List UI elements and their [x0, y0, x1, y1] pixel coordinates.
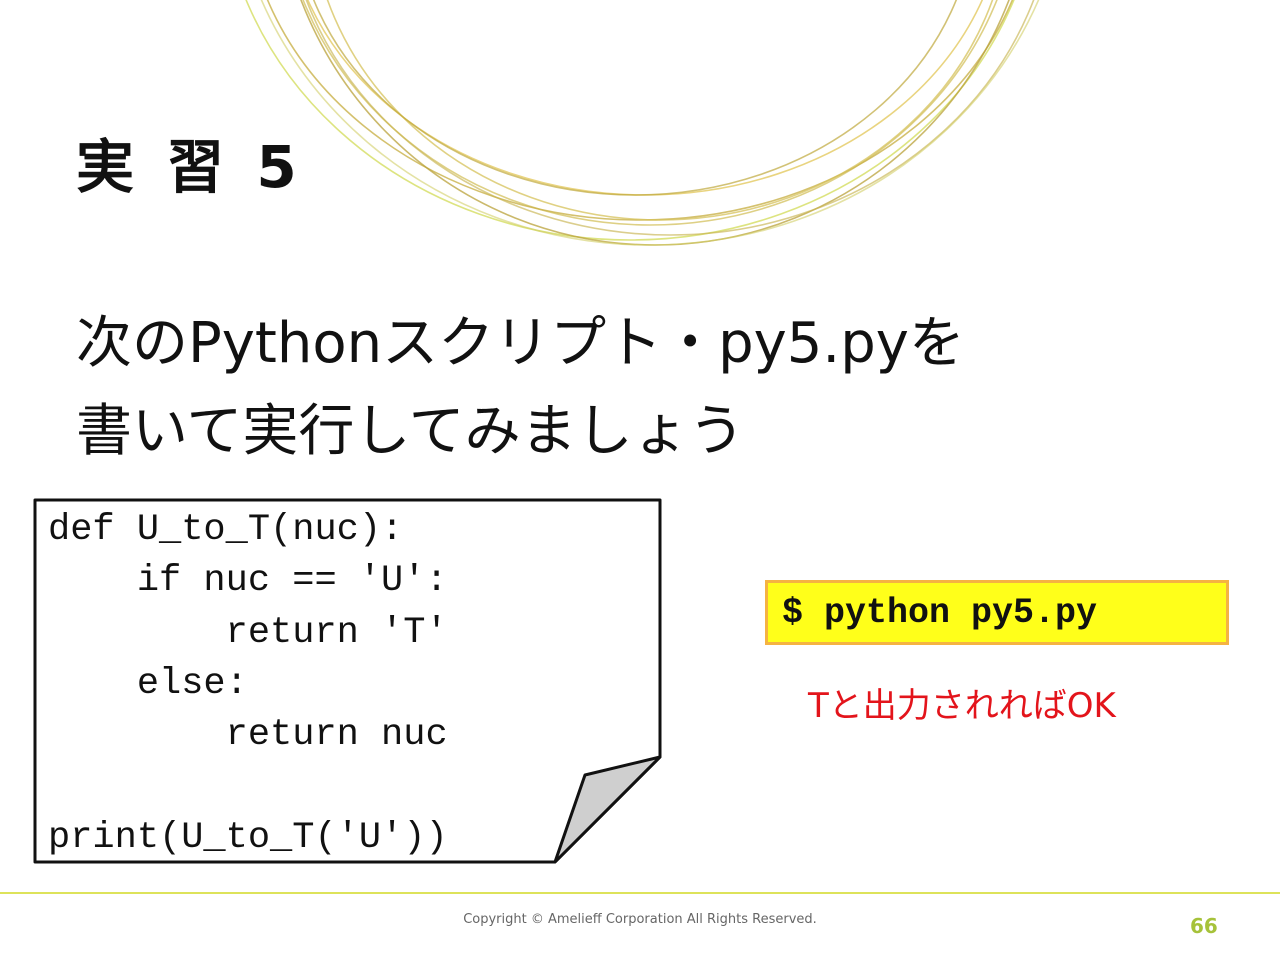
code-line: if nuc == 'U':: [48, 560, 448, 603]
code-line: return 'T': [48, 611, 448, 654]
copyright-text: Copyright © Amelieff Corporation All Rig…: [463, 912, 817, 927]
expected-output-note: Tと出力されればOK: [808, 686, 1116, 726]
footer-divider: [0, 892, 1280, 894]
code-line: def U_to_T(nuc):: [48, 509, 404, 551]
command-text: $ python py5.py: [782, 592, 1098, 633]
code-line: return nuc: [48, 714, 448, 757]
code-line: print(U_to_T('U')): [48, 816, 448, 859]
code-block: def U_to_T(nuc): if nuc == 'U': return '…: [48, 505, 448, 864]
command-box: $ python py5.py: [765, 580, 1229, 645]
page-number: 66: [1190, 914, 1218, 938]
code-line: else:: [48, 662, 248, 705]
